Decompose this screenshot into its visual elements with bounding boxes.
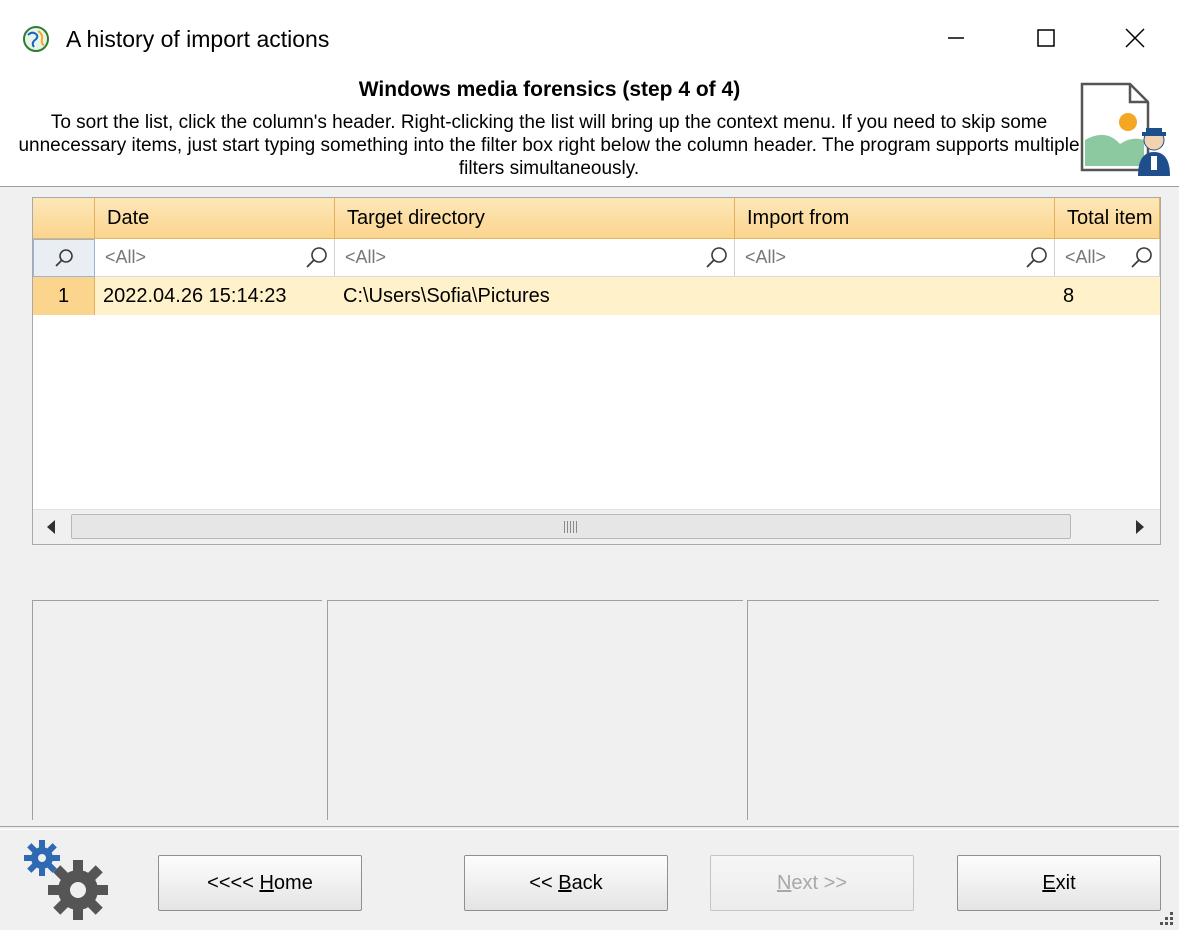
grip-icon [564, 521, 578, 533]
scroll-left-icon[interactable] [47, 520, 55, 534]
search-icon [55, 249, 73, 267]
home-button-label: ome [273, 871, 313, 894]
filter-row-indicator [33, 239, 95, 277]
import-history-grid[interactable]: Date Target directory Import from Total … [32, 197, 1161, 545]
filter-date-value: <All> [105, 247, 147, 267]
window-title: A history of import actions [66, 26, 330, 52]
search-icon [706, 246, 727, 268]
maximize-icon [1037, 29, 1055, 47]
info-panel-middle [327, 600, 743, 820]
column-header-total-items[interactable]: Total item [1055, 198, 1160, 239]
filter-total-value: <All> [1065, 247, 1107, 267]
maximize-button[interactable] [1016, 16, 1076, 60]
app-globe-icon [23, 26, 49, 52]
search-icon [306, 246, 327, 268]
scroll-right-icon[interactable] [1136, 520, 1144, 534]
filter-import-value: <All> [745, 247, 787, 267]
step-title: Windows media forensics (step 4 of 4) [358, 78, 741, 101]
back-button-label: ack [571, 871, 603, 894]
cell-total-items: 8 [1055, 277, 1160, 315]
grid-filter-row: <All> <All> <All> <All> [33, 239, 1160, 277]
home-button[interactable]: <<<< Home [158, 855, 362, 911]
filter-total-items[interactable]: <All> [1055, 239, 1160, 277]
home-button-hotkey: H [259, 871, 274, 894]
image-inspector-icon [1080, 82, 1170, 176]
column-header-date[interactable]: Date [95, 198, 335, 239]
column-header-import-from[interactable]: Import from [735, 198, 1055, 239]
close-icon [1125, 28, 1145, 48]
filter-target-directory[interactable]: <All> [335, 239, 735, 277]
minimize-icon [948, 37, 964, 39]
wizard-header: Windows media forensics (step 4 of 4) To… [0, 78, 1179, 187]
grid-header-row: Date Target directory Import from Total … [33, 198, 1160, 239]
next-button-label: ext >> [791, 871, 848, 894]
scrollbar-thumb[interactable] [71, 514, 1071, 539]
horizontal-scrollbar[interactable] [33, 509, 1160, 544]
minimize-button[interactable] [926, 16, 986, 60]
exit-button-label: xit [1055, 871, 1076, 894]
exit-button[interactable]: Exit [957, 855, 1161, 911]
filter-import-from[interactable]: <All> [735, 239, 1055, 277]
close-button[interactable] [1105, 16, 1165, 60]
filter-target-value: <All> [345, 247, 387, 267]
cell-target-directory: C:\Users\Sofia\Pictures [335, 277, 735, 315]
column-header-target-directory[interactable]: Target directory [335, 198, 735, 239]
back-button-hotkey: B [558, 871, 572, 894]
footer-divider [0, 826, 1179, 830]
table-row[interactable]: 1 2022.04.26 15:14:23 C:\Users\Sofia\Pic… [33, 277, 1160, 315]
info-panel-left [32, 600, 322, 820]
row-indicator-header [33, 198, 95, 239]
exit-button-hotkey: E [1042, 871, 1056, 894]
next-button[interactable]: Next >> [710, 855, 914, 911]
home-button-prefix: <<<< [207, 871, 260, 894]
instructions-text: To sort the list, click the column's hea… [18, 112, 1080, 179]
search-icon [1026, 246, 1047, 268]
search-icon [1131, 246, 1152, 268]
cell-import-from [735, 277, 1055, 315]
cell-date: 2022.04.26 15:14:23 [95, 277, 335, 315]
row-index: 1 [33, 277, 95, 315]
title-bar: A history of import actions [0, 0, 1179, 78]
resize-grip-icon[interactable] [1156, 908, 1176, 928]
back-button[interactable]: << Back [464, 855, 668, 911]
info-panel-right [747, 600, 1159, 820]
back-button-prefix: << [529, 871, 559, 894]
settings-gears-icon [24, 840, 108, 920]
next-button-hotkey: N [776, 871, 792, 894]
filter-date[interactable]: <All> [95, 239, 335, 277]
